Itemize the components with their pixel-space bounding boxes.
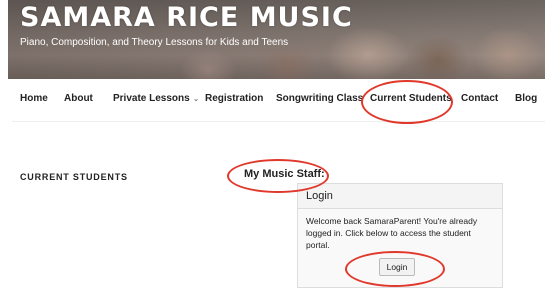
chevron-down-icon: ⌄ <box>192 94 200 103</box>
nav-item-label: Private Lessons <box>113 93 190 104</box>
nav-item-blog[interactable]: Blog <box>515 93 537 104</box>
main-nav: Home About Private Lessons ⌄ Registration… <box>0 79 545 121</box>
nav-item-registration[interactable]: Registration <box>205 93 263 104</box>
nav-item-songwriting-class[interactable]: Songwriting Class <box>276 93 363 104</box>
site-tagline: Piano, Composition, and Theory Lessons f… <box>20 37 289 48</box>
nav-item-about[interactable]: About <box>64 93 93 104</box>
login-button[interactable]: Login <box>379 258 415 276</box>
nav-item-contact[interactable]: Contact <box>461 93 498 104</box>
login-widget: Login Welcome back SamaraParent! You're … <box>297 183 503 288</box>
nav-item-home[interactable]: Home <box>20 93 48 104</box>
page-title: CURRENT STUDENTS <box>20 172 128 182</box>
nav-item-private-lessons[interactable]: Private Lessons ⌄ <box>113 93 199 104</box>
login-widget-title: Login <box>298 184 502 209</box>
nav-divider <box>12 121 545 122</box>
site-title[interactable]: SAMARA RICE MUSIC <box>20 2 353 33</box>
login-message: Welcome back SamaraParent! You're alread… <box>306 216 478 250</box>
header-banner: SAMARA RICE MUSIC Piano, Composition, an… <box>8 0 545 79</box>
nav-item-current-students[interactable]: Current Students <box>370 93 452 104</box>
staff-title: My Music Staff: <box>244 168 325 180</box>
